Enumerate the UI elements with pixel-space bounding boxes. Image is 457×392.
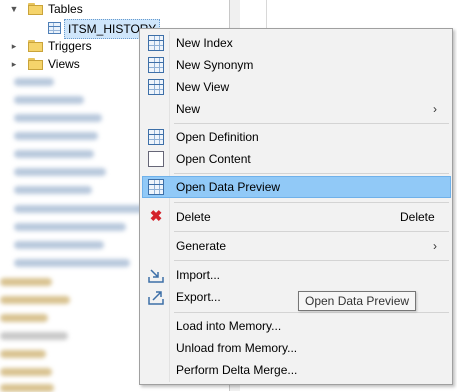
- menu-item-label: Open Data Preview: [176, 180, 281, 194]
- menu-item-label: Generate: [176, 239, 227, 253]
- menu-item-label: Delete: [176, 210, 211, 224]
- view-icon: [148, 79, 164, 95]
- menu-separator: [174, 312, 449, 313]
- content-icon: [148, 151, 164, 167]
- menu-item-label: Unload from Memory...: [176, 341, 298, 355]
- chevron-right-icon[interactable]: ▸: [9, 37, 19, 55]
- folder-icon: [28, 3, 43, 15]
- menu-separator: [174, 231, 449, 232]
- menu-item-load-into-memory[interactable]: Load into Memory...: [142, 315, 451, 337]
- menu-item-delete[interactable]: ✖ Delete Delete: [142, 206, 451, 228]
- menu-item-label: Import...: [176, 268, 221, 282]
- tree-item-label: Views: [48, 57, 80, 71]
- submenu-arrow-icon: ›: [433, 239, 437, 253]
- menu-item-new-index[interactable]: New Index: [142, 32, 451, 54]
- menu-item-new[interactable]: New ›: [142, 98, 451, 120]
- table-icon: [48, 22, 61, 34]
- menu-item-unload-from-memory[interactable]: Unload from Memory...: [142, 337, 451, 359]
- menu-item-label: Open Definition: [176, 130, 259, 144]
- menu-separator: [174, 123, 449, 124]
- menu-item-label: New Index: [176, 36, 233, 50]
- chevron-down-icon[interactable]: ▼: [9, 0, 19, 18]
- definition-icon: [148, 129, 164, 145]
- tree-item-tables[interactable]: ▼ Tables: [0, 0, 220, 18]
- menu-item-new-view[interactable]: New View: [142, 76, 451, 98]
- menu-item-generate[interactable]: Generate ›: [142, 235, 451, 257]
- context-menu: New Index New Synonym New View New › Ope…: [139, 28, 453, 385]
- menu-item-label: New Synonym: [176, 58, 254, 72]
- export-icon: [148, 289, 164, 305]
- menu-item-shortcut: Delete: [400, 210, 435, 224]
- menu-separator: [174, 202, 449, 203]
- menu-item-label: New: [176, 102, 201, 116]
- menu-item-perform-delta-merge[interactable]: Perform Delta Merge...: [142, 359, 451, 381]
- delete-icon: ✖: [149, 208, 163, 225]
- menu-separator: [174, 173, 449, 174]
- data-preview-icon: [148, 179, 164, 195]
- menu-item-label: New View: [176, 80, 230, 94]
- chevron-right-icon[interactable]: ▸: [9, 55, 19, 73]
- tree-item-label: Tables: [48, 2, 83, 16]
- menu-item-label: Open Content: [176, 152, 251, 166]
- submenu-arrow-icon: ›: [433, 102, 437, 116]
- import-icon: [148, 267, 164, 283]
- menu-item-open-data-preview[interactable]: Open Data Preview: [142, 176, 451, 198]
- menu-item-open-definition[interactable]: Open Definition: [142, 126, 451, 148]
- menu-item-import[interactable]: Import...: [142, 264, 451, 286]
- synonym-icon: [148, 57, 164, 73]
- menu-item-label: Load into Memory...: [176, 319, 282, 333]
- tooltip: Open Data Preview: [298, 291, 417, 311]
- folder-icon: [28, 40, 43, 52]
- index-icon: [148, 35, 164, 51]
- menu-item-label: Perform Delta Merge...: [176, 363, 298, 377]
- tree-item-label: Triggers: [48, 39, 92, 53]
- menu-separator: [174, 260, 449, 261]
- menu-item-label: Export...: [176, 290, 221, 304]
- folder-icon: [28, 58, 43, 70]
- menu-item-new-synonym[interactable]: New Synonym: [142, 54, 451, 76]
- menu-item-open-content[interactable]: Open Content: [142, 148, 451, 170]
